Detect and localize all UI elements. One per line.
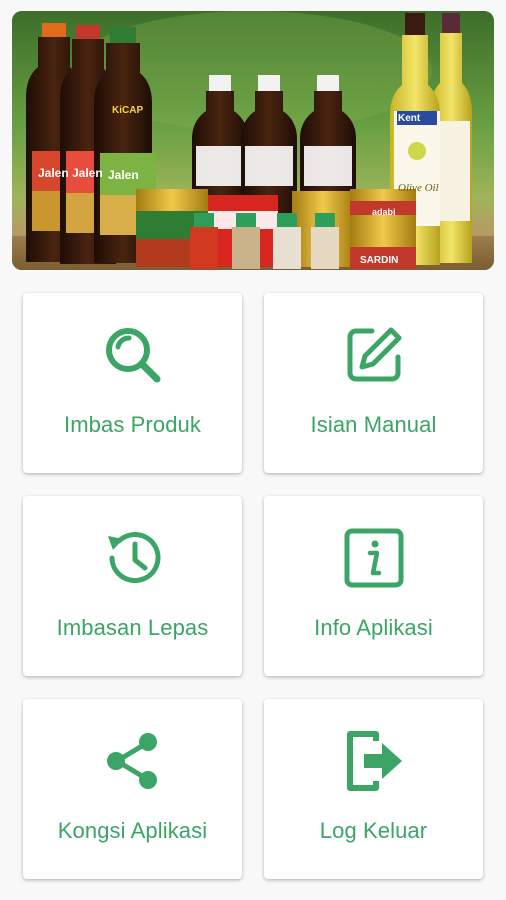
isian-manual-label: Isian Manual: [310, 412, 437, 437]
kongsi-aplikasi-label: Kongsi Aplikasi: [57, 818, 208, 843]
home-screen: Jalen Jalen Jalen KiCAP adabi Kent Olive…: [0, 0, 506, 900]
main-menu-grid: Imbas Produk Isian Manual Imbasan Lepas: [0, 0, 506, 900]
imbasan-lepas-card[interactable]: Imbasan Lepas: [23, 496, 242, 676]
imbasan-lepas-label: Imbasan Lepas: [56, 615, 209, 640]
info-icon: [342, 526, 406, 590]
logout-icon: [342, 729, 406, 793]
imbas-produk-label: Imbas Produk: [64, 412, 201, 437]
info-aplikasi-label: Info Aplikasi: [314, 615, 433, 640]
kongsi-aplikasi-card[interactable]: Kongsi Aplikasi: [23, 699, 242, 879]
search-icon: [101, 323, 165, 387]
edit-icon: [342, 323, 406, 387]
log-keluar-card[interactable]: Log Keluar: [264, 699, 483, 879]
share-icon: [101, 729, 165, 793]
imbas-produk-card[interactable]: Imbas Produk: [23, 293, 242, 473]
history-icon: [101, 526, 165, 590]
isian-manual-card[interactable]: Isian Manual: [264, 293, 483, 473]
log-keluar-label: Log Keluar: [319, 818, 428, 843]
info-aplikasi-card[interactable]: Info Aplikasi: [264, 496, 483, 676]
